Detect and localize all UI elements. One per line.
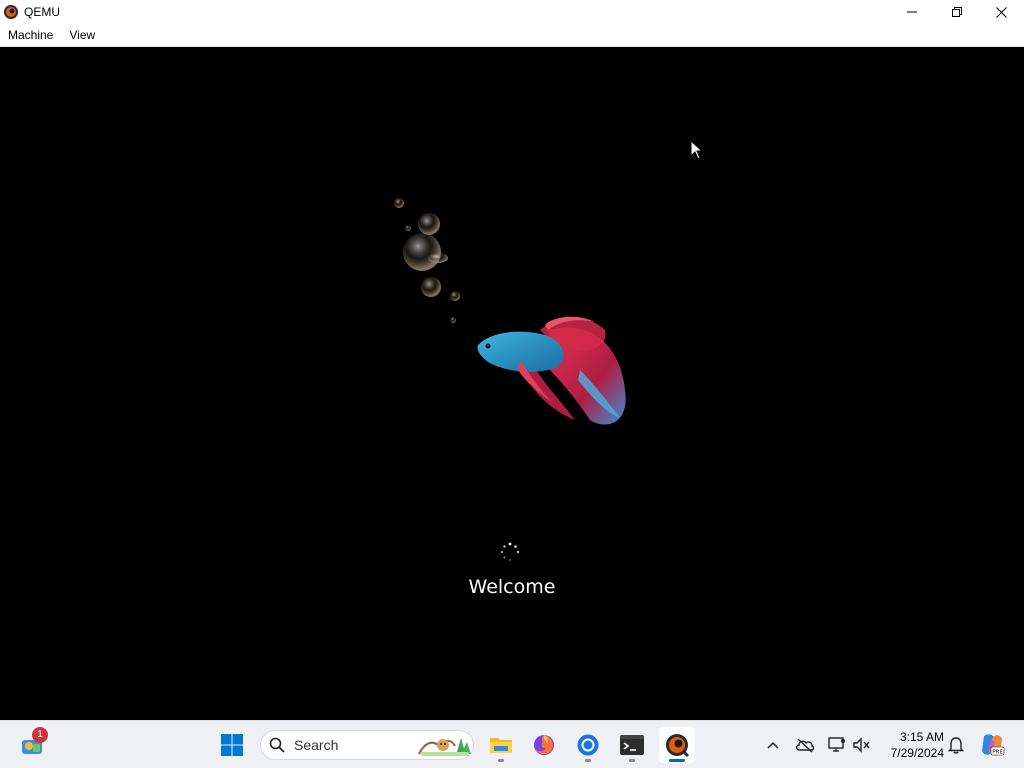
close-icon [996, 6, 1007, 18]
loading-spinner-icon [500, 542, 520, 562]
qemu-icon [4, 5, 18, 19]
menu-machine[interactable]: Machine [0, 24, 61, 47]
taskbar-app-firefox[interactable] [526, 727, 562, 763]
network-icon [828, 737, 845, 752]
qemu-icon [666, 734, 690, 758]
betta-fish-wallpaper [394, 198, 626, 425]
restore-button[interactable] [934, 0, 979, 24]
window-title: QEMU [24, 5, 60, 19]
minimize-button[interactable] [889, 0, 934, 24]
taskbar: 1 Search 3:15 AM 7/29/2024 PRE [0, 720, 1024, 768]
copilot-badge: PRE [992, 749, 1003, 755]
windows-start-icon [221, 734, 243, 756]
volume-muted-icon [853, 737, 870, 753]
search-label: Search [294, 737, 339, 753]
tray-network[interactable] [825, 733, 849, 757]
menubar: Machine View [0, 24, 1024, 47]
active-indicator [669, 759, 685, 762]
widgets-badge: 1 [32, 727, 48, 743]
tray-volume[interactable] [850, 733, 874, 757]
onedrive-offline-icon [796, 738, 815, 753]
window-titlebar: QEMU [0, 0, 1024, 24]
minimize-icon [906, 11, 917, 13]
folder-icon [490, 738, 512, 753]
notifications-button[interactable] [944, 733, 968, 757]
copilot-icon: PRE [982, 734, 1005, 756]
widgets-button[interactable]: 1 [14, 727, 50, 763]
start-button[interactable] [214, 727, 250, 763]
copilot-button[interactable]: PRE [978, 731, 1006, 759]
chrome-icon [577, 734, 599, 756]
terminal-icon [620, 735, 644, 755]
search-box[interactable]: Search [260, 730, 474, 760]
taskbar-app-chrome[interactable] [570, 727, 606, 763]
clock-time: 3:15 AM [899, 730, 944, 744]
clock-date: 7/29/2024 [890, 746, 944, 760]
search-highlight-art [418, 738, 471, 756]
menu-view[interactable]: View [61, 24, 103, 47]
taskbar-app-file-explorer[interactable] [483, 727, 519, 763]
restore-icon [951, 7, 962, 17]
running-indicator [629, 759, 635, 762]
search-icon [269, 737, 285, 753]
mouse-cursor-icon [690, 140, 704, 160]
window-controls [889, 0, 1024, 24]
vm-display[interactable]: Welcome [0, 48, 1024, 720]
close-button[interactable] [979, 0, 1024, 24]
welcome-text: Welcome [468, 576, 556, 598]
tray-clock[interactable]: 3:15 AM 7/29/2024 [880, 729, 944, 761]
tray-overflow-button[interactable] [761, 733, 785, 757]
chevron-up-icon [767, 741, 779, 749]
running-indicator [498, 759, 504, 762]
taskbar-app-qemu[interactable] [659, 727, 695, 763]
bell-icon [948, 737, 964, 754]
firefox-icon [534, 735, 554, 755]
tray-onedrive[interactable] [793, 733, 817, 757]
running-indicator [585, 759, 591, 762]
taskbar-app-terminal[interactable] [614, 727, 650, 763]
